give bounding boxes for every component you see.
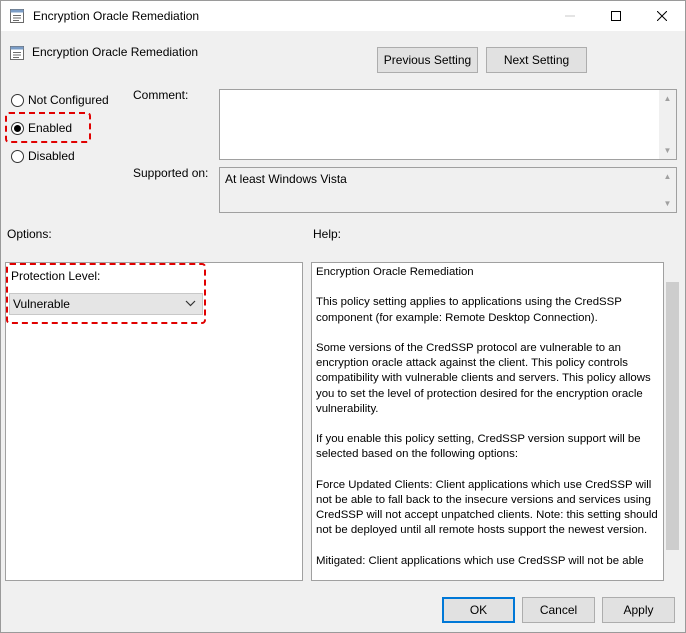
help-paragraph: If you enable this policy setting, CredS… bbox=[316, 433, 641, 461]
help-paragraph: This policy setting applies to applicati… bbox=[316, 296, 622, 324]
scroll-up-icon[interactable]: ▲ bbox=[659, 90, 676, 107]
help-paragraph: Force Updated Clients: Client applicatio… bbox=[316, 478, 658, 537]
ok-button[interactable]: OK bbox=[442, 597, 515, 623]
cancel-button[interactable]: Cancel bbox=[522, 597, 595, 623]
comment-label: Comment: bbox=[133, 88, 189, 102]
help-paragraph: Encryption Oracle Remediation bbox=[316, 266, 474, 278]
policy-dialog-window: Encryption Oracle Remediation Encryption… bbox=[0, 0, 686, 633]
radio-disabled[interactable]: Disabled bbox=[11, 148, 75, 164]
previous-setting-button[interactable]: Previous Setting bbox=[377, 47, 478, 73]
policy-name: Encryption Oracle Remediation bbox=[32, 45, 199, 59]
close-icon bbox=[657, 11, 667, 21]
radio-circle bbox=[11, 93, 24, 107]
radio-circle bbox=[11, 149, 24, 163]
help-text: Encryption Oracle Remediation This polic… bbox=[316, 265, 662, 580]
help-paragraph: Some versions of the CredSSP protocol ar… bbox=[316, 341, 651, 415]
radio-label: Not Configured bbox=[28, 93, 109, 107]
scroll-down-icon[interactable]: ▼ bbox=[659, 142, 676, 159]
next-setting-button[interactable]: Next Setting bbox=[486, 47, 587, 73]
options-label: Options: bbox=[7, 227, 52, 241]
help-panel: Encryption Oracle Remediation This polic… bbox=[311, 262, 664, 581]
comment-scrollbar[interactable]: ▲ ▼ bbox=[659, 90, 676, 159]
supported-on-label: Supported on: bbox=[133, 166, 209, 180]
radio-label: Disabled bbox=[28, 149, 75, 163]
minimize-icon bbox=[565, 15, 575, 17]
radio-not-configured[interactable]: Not Configured bbox=[11, 92, 109, 108]
supported-on-scrollbar[interactable]: ▲ ▼ bbox=[659, 168, 676, 212]
help-paragraph: Mitigated: Client applications which use… bbox=[316, 554, 644, 567]
policy-settings-icon bbox=[9, 8, 25, 24]
supported-on-field: At least Windows Vista ▲ ▼ bbox=[219, 167, 677, 213]
help-scrollbar[interactable] bbox=[664, 262, 681, 581]
scroll-up-icon[interactable]: ▲ bbox=[659, 168, 676, 185]
highlight-enabled-annotation bbox=[5, 112, 91, 143]
title-bar[interactable]: Encryption Oracle Remediation bbox=[1, 1, 685, 31]
maximize-button[interactable] bbox=[593, 1, 639, 31]
supported-on-value: At least Windows Vista bbox=[225, 172, 347, 186]
apply-button[interactable]: Apply bbox=[602, 597, 675, 623]
help-scrollbar-thumb[interactable] bbox=[666, 282, 679, 550]
close-button[interactable] bbox=[639, 1, 685, 31]
maximize-icon bbox=[611, 11, 621, 21]
policy-settings-icon bbox=[9, 45, 25, 61]
comment-textarea[interactable]: ▲ ▼ bbox=[219, 89, 677, 160]
highlight-protection-level-annotation bbox=[6, 263, 206, 324]
help-label: Help: bbox=[313, 227, 342, 241]
window-title: Encryption Oracle Remediation bbox=[33, 9, 200, 23]
minimize-button[interactable] bbox=[547, 1, 593, 31]
scroll-down-icon[interactable]: ▼ bbox=[659, 195, 676, 212]
